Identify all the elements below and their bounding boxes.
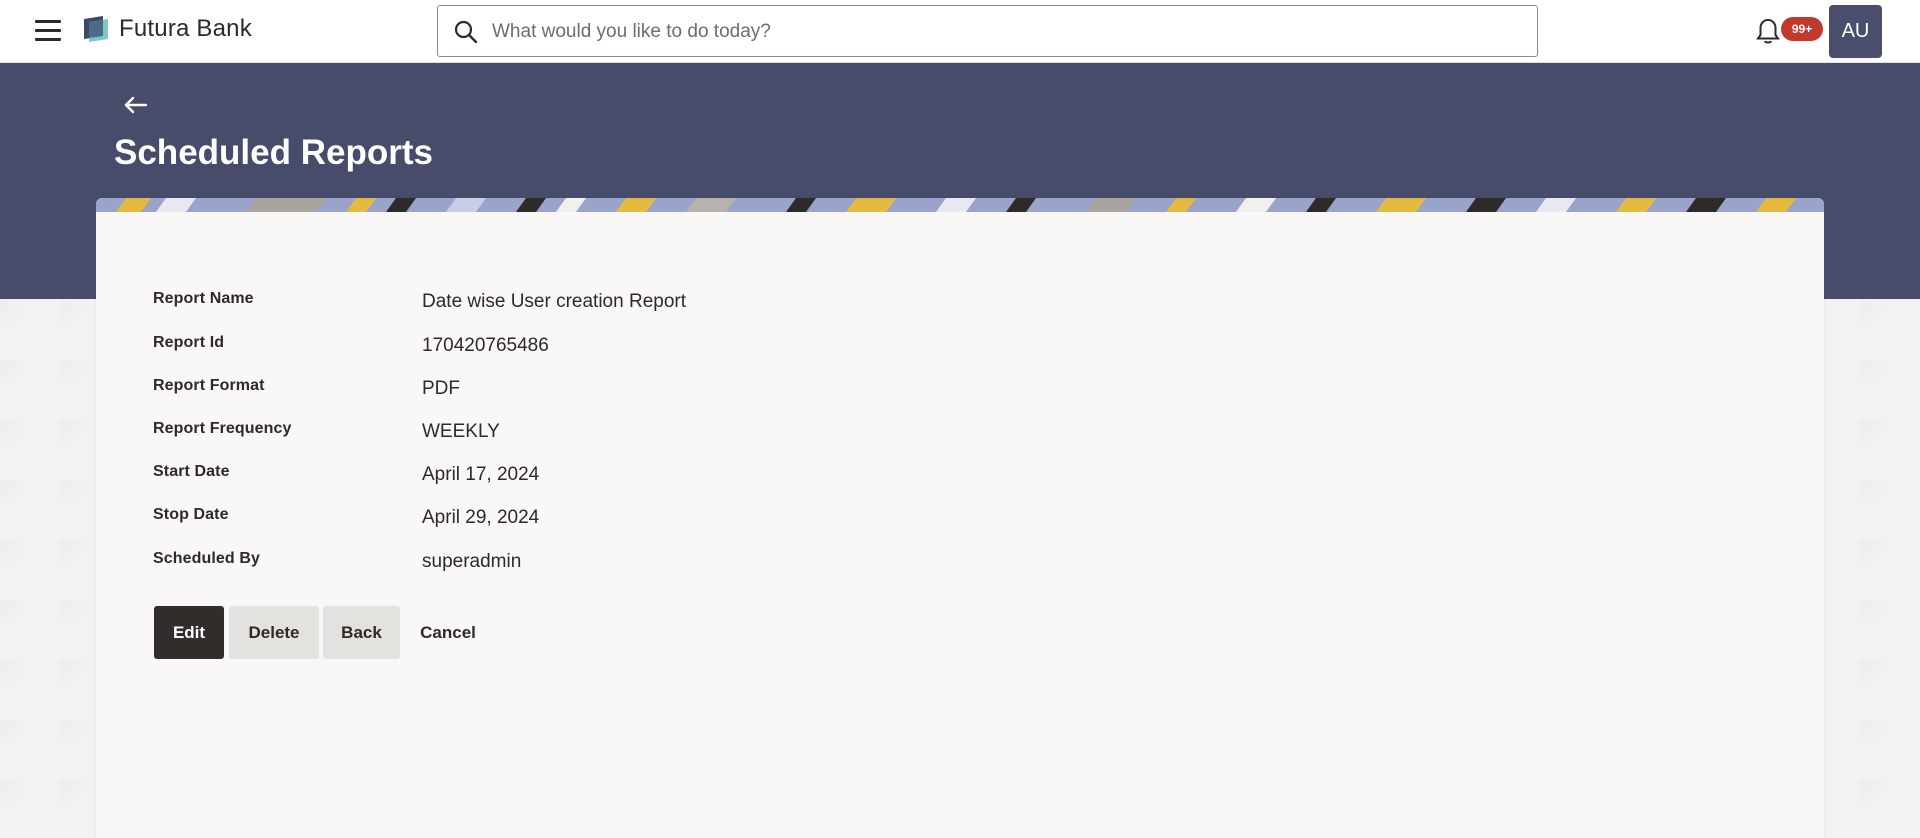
detail-row-report-format: Report Format PDF — [153, 377, 1553, 407]
brand-name[interactable]: Futura Bank — [119, 15, 252, 43]
report-frequency-label: Report Frequency — [153, 420, 292, 437]
global-search-box[interactable] — [437, 5, 1538, 58]
detail-row-report-id: Report Id 170420765486 — [153, 334, 1553, 364]
detail-row-report-frequency: Report Frequency WEEKLY — [153, 420, 1553, 450]
arrow-left-icon[interactable] — [123, 93, 149, 117]
decorative-banner-strip — [96, 198, 1824, 212]
report-name-value: Date wise User creation Report — [422, 291, 686, 312]
report-id-label: Report Id — [153, 334, 225, 351]
report-details-card: Report Name Date wise User creation Repo… — [96, 198, 1824, 838]
detail-row-scheduled-by: Scheduled By superadmin — [153, 550, 1553, 580]
report-format-value: PDF — [422, 378, 460, 399]
bell-icon[interactable] — [1754, 16, 1782, 46]
scheduled-by-value: superadmin — [422, 551, 522, 572]
notification-count-badge: 99+ — [1781, 17, 1823, 41]
search-icon — [454, 20, 478, 44]
start-date-label: Start Date — [153, 463, 230, 480]
scheduled-by-label: Scheduled By — [153, 550, 261, 567]
delete-button[interactable]: Delete — [229, 606, 319, 659]
page-title: Scheduled Reports — [114, 133, 433, 172]
detail-row-report-name: Report Name Date wise User creation Repo… — [153, 290, 1553, 320]
bank-logo-icon — [84, 16, 108, 42]
report-id-value: 170420765486 — [422, 335, 549, 356]
cancel-button[interactable]: Cancel — [413, 606, 483, 659]
detail-row-start-date: Start Date April 17, 2024 — [153, 463, 1553, 493]
report-frequency-value: WEEKLY — [422, 421, 500, 442]
stop-date-value: April 29, 2024 — [422, 507, 540, 528]
report-format-label: Report Format — [153, 377, 265, 394]
hamburger-menu-icon[interactable] — [35, 20, 61, 41]
top-navigation-bar: Futura Bank 99+ AU — [0, 0, 1920, 63]
search-input[interactable] — [490, 6, 1494, 58]
user-avatar[interactable]: AU — [1829, 5, 1882, 58]
start-date-value: April 17, 2024 — [422, 464, 540, 485]
detail-row-stop-date: Stop Date April 29, 2024 — [153, 506, 1553, 536]
stop-date-label: Stop Date — [153, 506, 229, 523]
report-name-label: Report Name — [153, 290, 254, 307]
edit-button[interactable]: Edit — [154, 606, 224, 659]
back-button[interactable]: Back — [323, 606, 400, 659]
